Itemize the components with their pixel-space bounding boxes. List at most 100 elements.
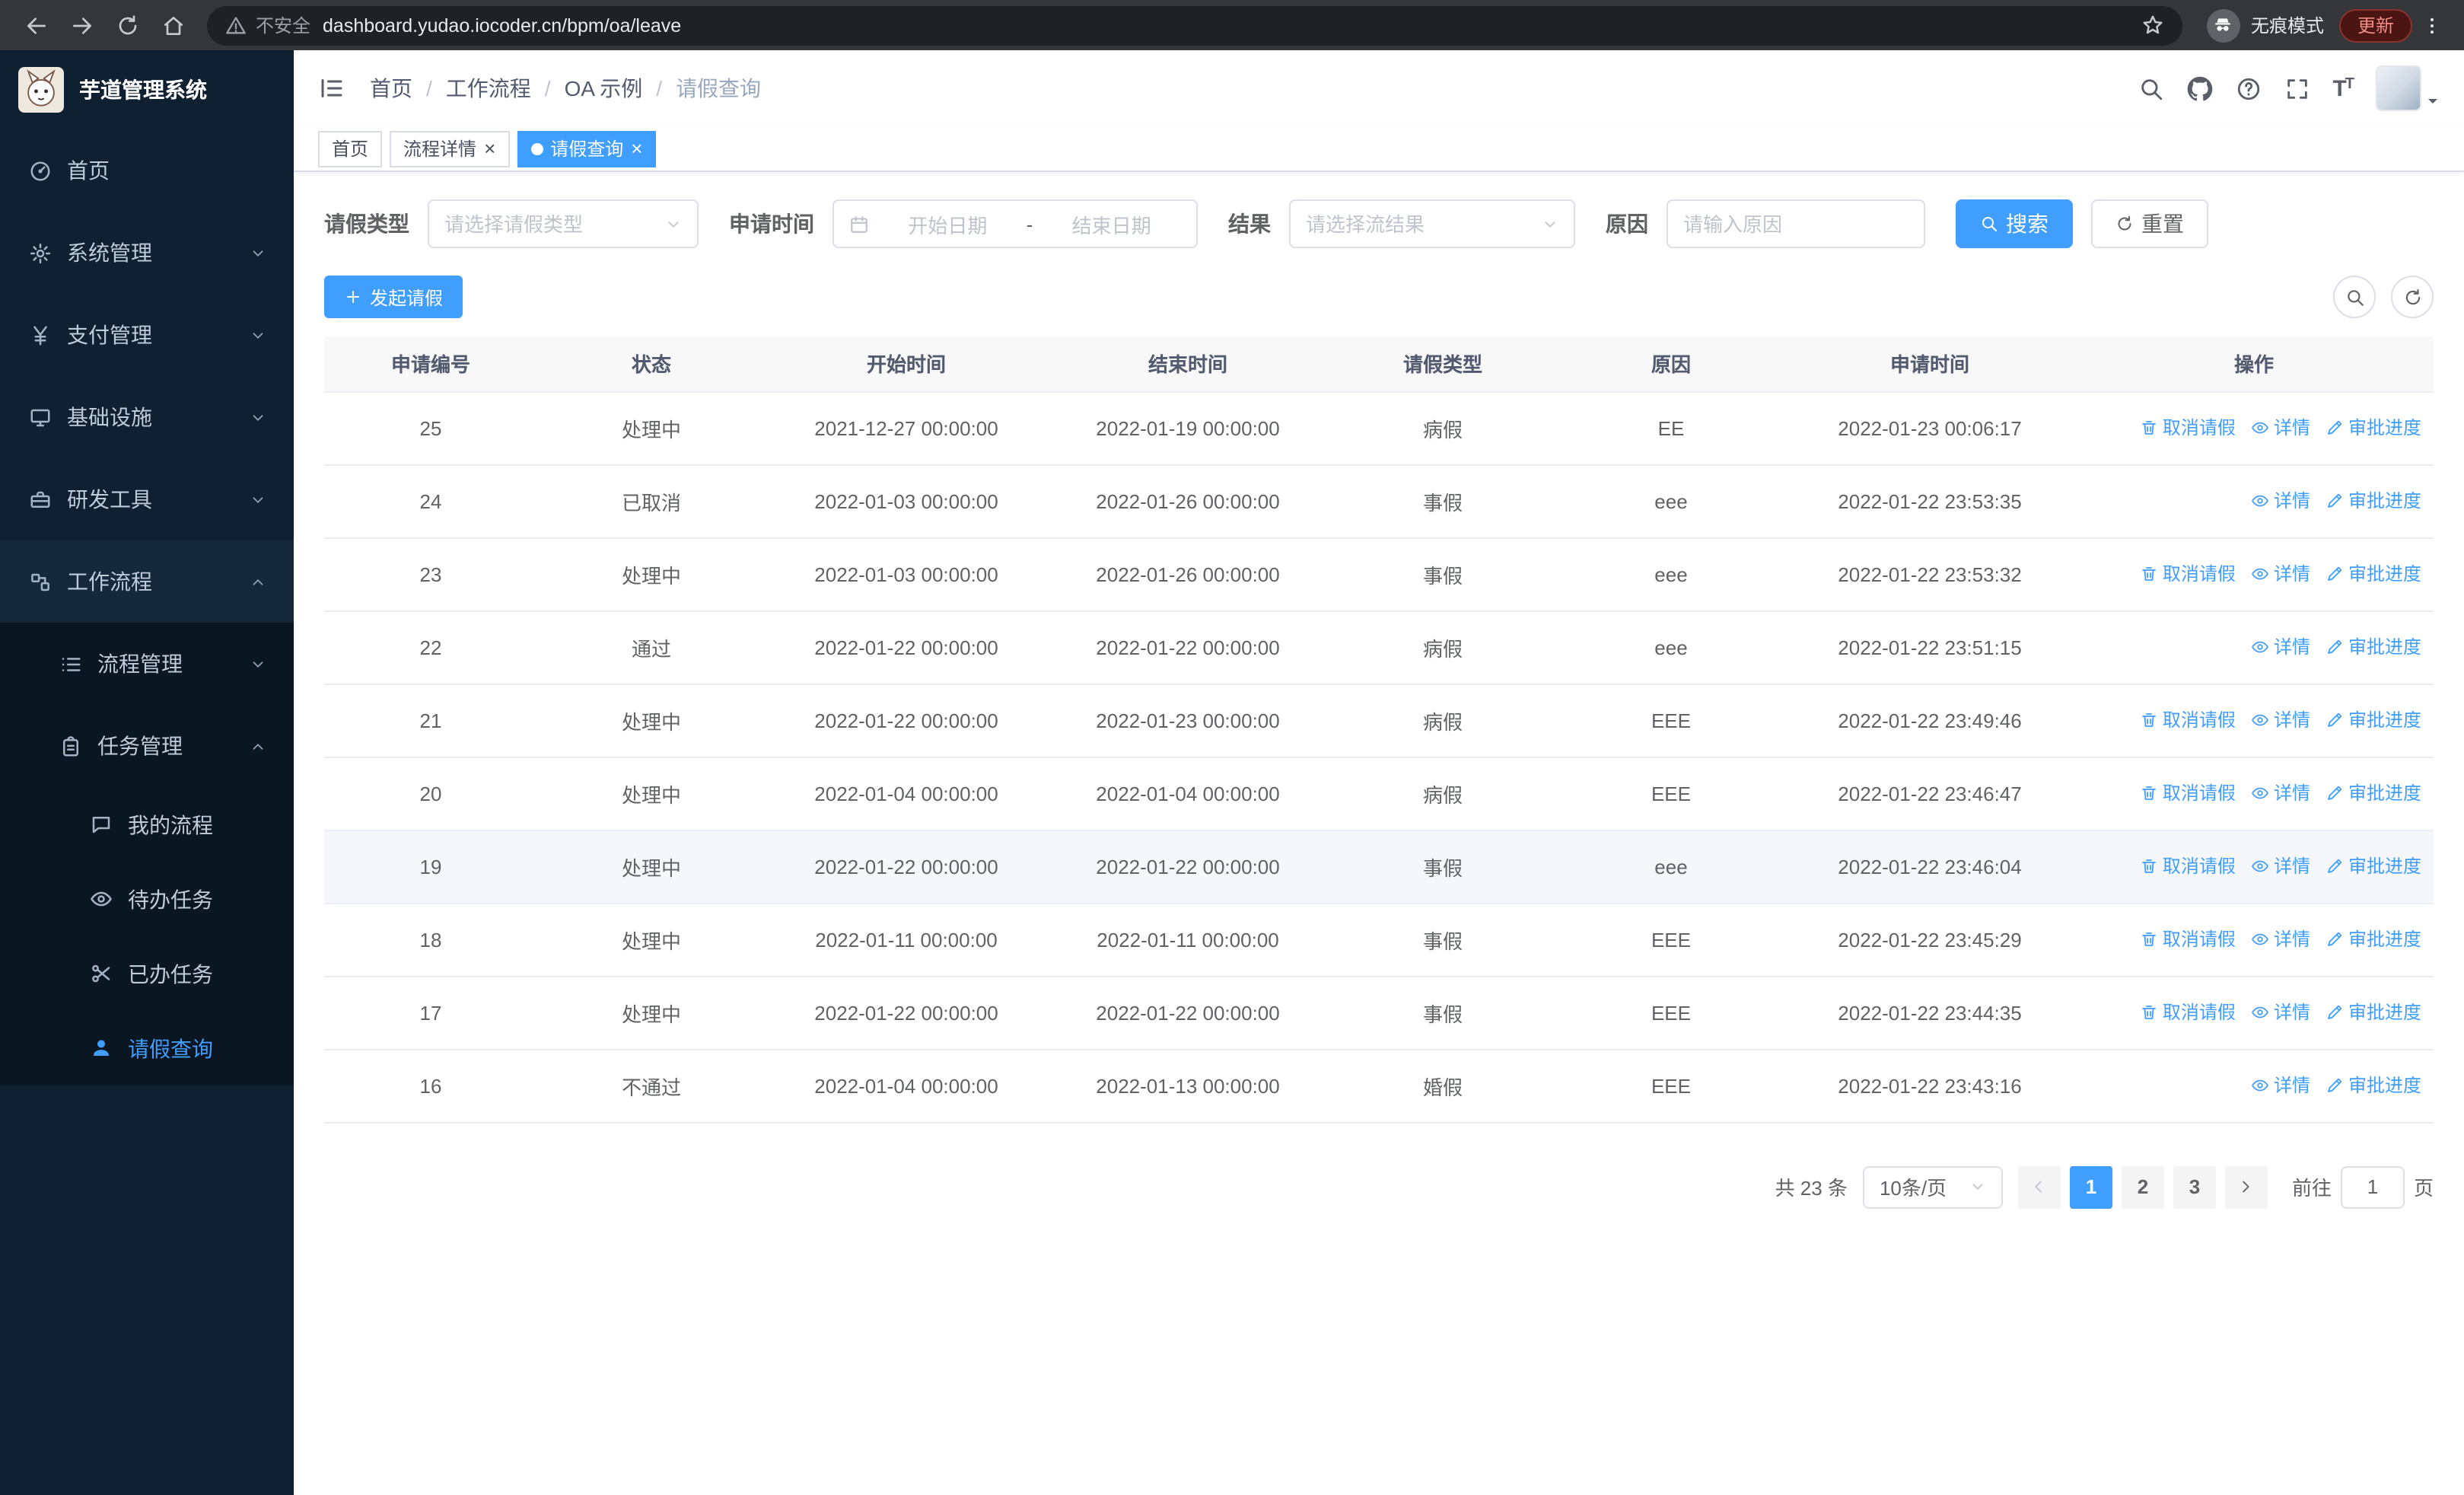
sidebar-item-todo-tasks[interactable]: 待办任务 [0, 862, 294, 936]
page-button-1[interactable]: 1 [2069, 1165, 2112, 1208]
tab-close-icon[interactable]: × [631, 139, 642, 158]
action-progress-link[interactable]: 审批进度 [2326, 634, 2421, 660]
browser-home-button[interactable] [152, 4, 195, 46]
update-label: 更新 [2357, 15, 2394, 37]
sidebar-item-dev-tools[interactable]: 研发工具 [0, 458, 294, 540]
browser-back-button[interactable] [15, 4, 58, 46]
start-date-placeholder[interactable]: 开始日期 [878, 209, 1017, 238]
page-button-2[interactable]: 2 [2121, 1165, 2164, 1208]
next-page-button[interactable] [2224, 1165, 2268, 1208]
eye-icon [2252, 933, 2268, 945]
header-search-button[interactable] [2138, 75, 2163, 101]
action-detail-link[interactable]: 详情 [2251, 999, 2310, 1025]
browser-forward-button[interactable] [61, 4, 103, 46]
breadcrumb-home[interactable]: 首页 [370, 73, 412, 104]
browser-reload-button[interactable] [107, 4, 149, 46]
sidebar-item-home[interactable]: 首页 [0, 129, 294, 212]
sidebar-item-task-management[interactable]: 任务管理 [0, 705, 294, 787]
action-detail-link[interactable]: 详情 [2251, 780, 2310, 806]
action-detail-link[interactable]: 详情 [2251, 415, 2310, 441]
address-bar[interactable]: 不安全 dashboard.yudao.iocoder.cn/bpm/oa/le… [207, 5, 2182, 45]
action-progress-link[interactable]: 审批进度 [2326, 707, 2421, 733]
cell-leave-type: 事假 [1329, 830, 1557, 904]
action-progress-link[interactable]: 审批进度 [2326, 561, 2421, 587]
action-cancel-link[interactable]: 取消请假 [2140, 853, 2236, 879]
action-cancel-link[interactable]: 取消请假 [2140, 415, 2236, 441]
action-detail-link[interactable]: 详情 [2251, 926, 2310, 952]
breadcrumb-workflow[interactable]: 工作流程 [446, 73, 531, 104]
create-leave-button[interactable]: 发起请假 [324, 276, 463, 318]
sidebar-item-leave-query[interactable]: 请假查询 [0, 1011, 294, 1085]
cell-actions: 详情 审批进度 [2074, 610, 2434, 684]
sidebar-item-done-tasks[interactable]: 已办任务 [0, 936, 294, 1011]
tab-process-detail[interactable]: 流程详情 × [390, 130, 510, 167]
bookmark-star-icon[interactable] [2141, 14, 2164, 37]
page-button-3[interactable]: 3 [2173, 1165, 2216, 1208]
action-progress-link[interactable]: 审批进度 [2326, 853, 2421, 879]
sidebar-toggle-button[interactable] [318, 75, 345, 102]
tab-close-icon[interactable]: × [484, 139, 495, 158]
toggle-search-button[interactable] [2333, 276, 2376, 318]
action-detail-link[interactable]: 详情 [2251, 488, 2310, 514]
action-detail-link[interactable]: 详情 [2251, 853, 2310, 879]
cell-start-time: 2022-01-22 00:00:00 [766, 610, 1047, 684]
cell-apply-id: 24 [324, 464, 537, 538]
action-detail-link[interactable]: 详情 [2251, 707, 2310, 733]
sidebar-item-my-processes[interactable]: 我的流程 [0, 787, 294, 862]
person-icon [88, 1037, 113, 1060]
result-select-input[interactable] [1306, 212, 1536, 235]
sidebar-item-infrastructure[interactable]: 基础设施 [0, 376, 294, 458]
action-progress-link[interactable]: 审批进度 [2326, 415, 2421, 441]
app-logo[interactable]: 芋道管理系统 [0, 50, 294, 129]
action-detail-link[interactable]: 详情 [2251, 634, 2310, 660]
sidebar-item-workflow[interactable]: 工作流程 [0, 540, 294, 623]
apply-time-range-picker[interactable]: 开始日期 - 结束日期 [832, 199, 1198, 248]
eye-icon [2252, 495, 2268, 506]
action-progress-link[interactable]: 审批进度 [2326, 780, 2421, 806]
end-date-placeholder[interactable]: 结束日期 [1042, 209, 1181, 238]
fullscreen-button[interactable] [2284, 75, 2310, 101]
reset-button[interactable]: 重置 [2091, 199, 2208, 248]
cell-apply-id: 16 [324, 1049, 537, 1123]
sidebar-item-process-management[interactable]: 流程管理 [0, 623, 294, 705]
incognito-badge[interactable]: 无痕模式 [2195, 8, 2336, 42]
search-button[interactable]: 搜索 [1956, 199, 2073, 248]
refresh-table-button[interactable] [2391, 276, 2434, 318]
list-icon [58, 652, 82, 675]
page-size-select[interactable] [1862, 1165, 2003, 1208]
tab-home[interactable]: 首页 [318, 130, 383, 167]
action-progress-link[interactable]: 审批进度 [2326, 1073, 2421, 1098]
reason-input[interactable] [1683, 212, 1908, 235]
action-cancel-link[interactable]: 取消请假 [2140, 561, 2236, 587]
action-detail-link[interactable]: 详情 [2251, 1073, 2310, 1098]
font-size-button[interactable]: TT [2332, 75, 2354, 101]
action-cancel-link[interactable]: 取消请假 [2140, 707, 2236, 733]
breadcrumb-oa-example[interactable]: OA 示例 [565, 73, 643, 104]
action-label: 审批进度 [2348, 563, 2421, 585]
browser-update-button[interactable]: 更新 [2338, 8, 2412, 42]
result-select[interactable] [1289, 199, 1575, 248]
browser-menu-button[interactable] [2415, 14, 2449, 36]
sidebar-item-payment-management[interactable]: 支付管理 [0, 294, 294, 376]
tab-leave-query[interactable]: 请假查询 × [517, 130, 657, 167]
leave-type-select[interactable] [428, 199, 699, 248]
sidebar-item-system-management[interactable]: 系统管理 [0, 212, 294, 294]
security-chip[interactable]: 不安全 [225, 12, 310, 38]
action-detail-link[interactable]: 详情 [2251, 561, 2310, 587]
action-cancel-link[interactable]: 取消请假 [2140, 926, 2236, 952]
edit-icon [2328, 1078, 2342, 1092]
leave-type-select-input[interactable] [444, 212, 659, 235]
action-progress-link[interactable]: 审批进度 [2326, 926, 2421, 952]
sidebar-item-label: 流程管理 [97, 652, 183, 676]
action-cancel-link[interactable]: 取消请假 [2140, 999, 2236, 1025]
action-progress-link[interactable]: 审批进度 [2326, 488, 2421, 514]
github-link[interactable] [2186, 75, 2212, 101]
sidebar: 芋道管理系统 首页 系统管理 支付管理 基础设施 研发工具 工作流程 流程管理 … [0, 50, 294, 1495]
user-menu[interactable] [2376, 65, 2440, 111]
prev-page-button[interactable] [2017, 1165, 2061, 1208]
action-cancel-link[interactable]: 取消请假 [2140, 780, 2236, 806]
action-progress-link[interactable]: 审批进度 [2326, 999, 2421, 1025]
help-button[interactable] [2235, 75, 2261, 101]
goto-page-input[interactable] [2340, 1165, 2405, 1208]
page-size-value[interactable] [1879, 1175, 1963, 1198]
